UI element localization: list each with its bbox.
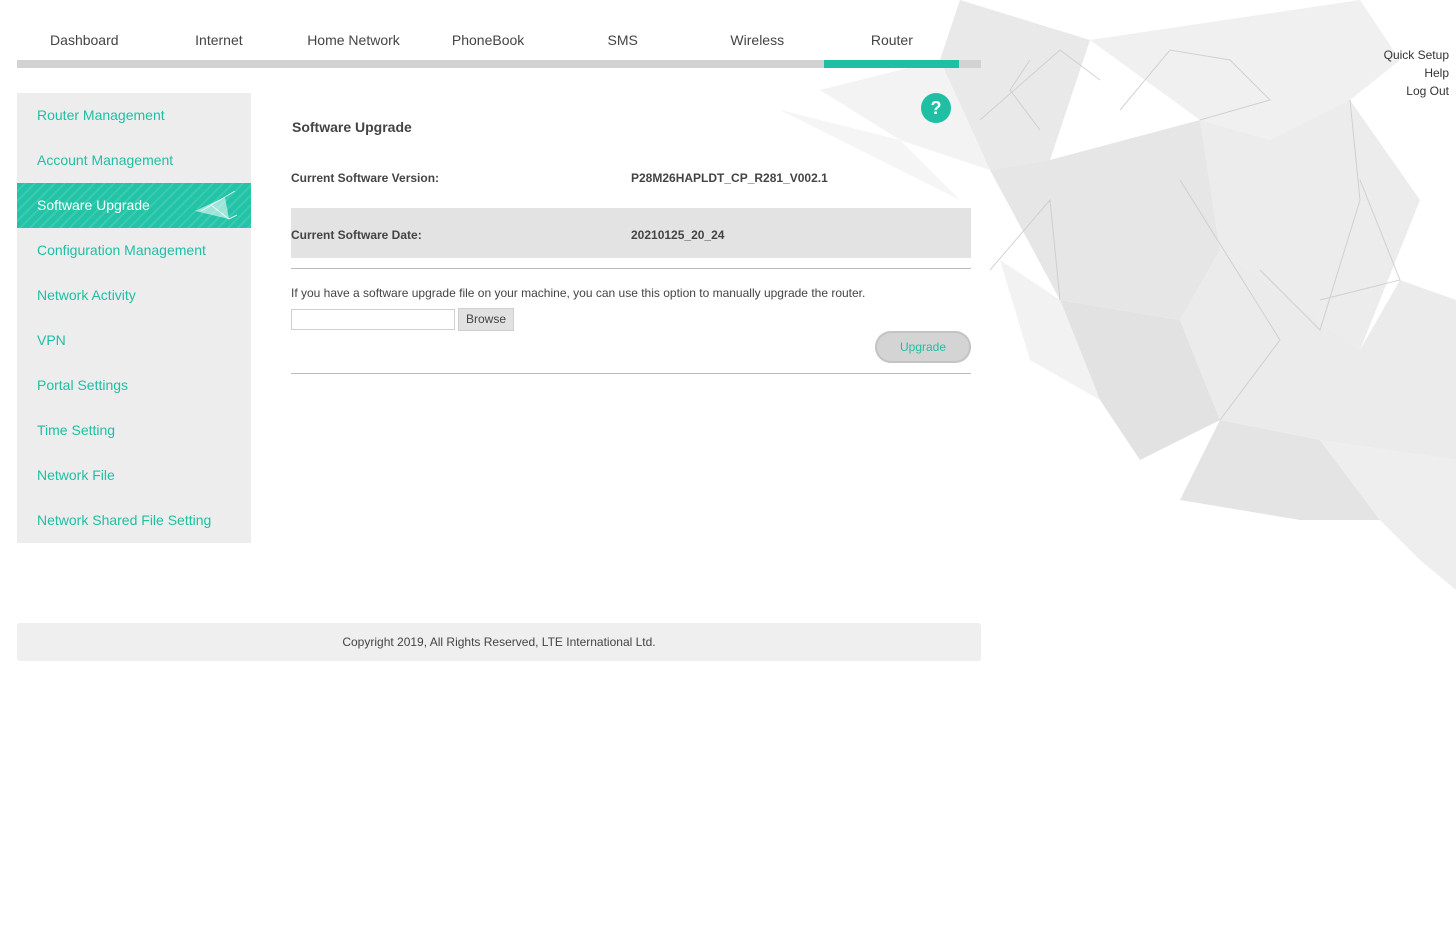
- software-date-value: 20210125_20_24: [631, 228, 725, 242]
- nav-tab-home-network[interactable]: Home Network: [286, 24, 421, 60]
- nav-tab-dashboard[interactable]: Dashboard: [17, 24, 152, 60]
- upgrade-description: If you have a software upgrade file on y…: [291, 286, 866, 300]
- sidebar-item-label: Software Upgrade: [37, 197, 150, 213]
- sidebar-item-time-setting[interactable]: Time Setting: [17, 408, 251, 453]
- active-item-decoration-icon: [195, 191, 238, 220]
- copyright-text: Copyright 2019, All Rights Reserved, LTE…: [342, 635, 656, 649]
- browse-button[interactable]: Browse: [458, 307, 514, 331]
- nav-tab-sms[interactable]: SMS: [555, 24, 690, 60]
- logout-link[interactable]: Log Out: [1384, 82, 1449, 100]
- software-date-row: Current Software Date: 20210125_20_24: [291, 208, 971, 258]
- sidebar-item-vpn[interactable]: VPN: [17, 318, 251, 363]
- bottom-divider: [291, 373, 971, 374]
- upgrade-file-input[interactable]: [291, 308, 455, 330]
- sidebar-item-portal-settings[interactable]: Portal Settings: [17, 363, 251, 408]
- nav-underline-bar: [17, 60, 981, 68]
- top-links: Quick Setup Help Log Out: [1384, 46, 1449, 100]
- sidebar-item-configuration-management[interactable]: Configuration Management: [17, 228, 251, 273]
- nav-active-indicator: [824, 60, 959, 68]
- software-date-label: Current Software Date:: [291, 228, 422, 242]
- file-select-row: Browse: [291, 307, 971, 331]
- software-version-label: Current Software Version:: [291, 171, 440, 185]
- upgrade-button[interactable]: Upgrade: [875, 331, 971, 363]
- sidebar-item-software-upgrade[interactable]: Software Upgrade: [17, 183, 251, 228]
- sidebar-item-router-management[interactable]: Router Management: [17, 93, 251, 138]
- sidebar-item-account-management[interactable]: Account Management: [17, 138, 251, 183]
- nav-tab-internet[interactable]: Internet: [152, 24, 287, 60]
- nav-tab-wireless[interactable]: Wireless: [690, 24, 825, 60]
- help-link[interactable]: Help: [1384, 64, 1449, 82]
- sidebar: Router Management Account Management Sof…: [17, 93, 251, 543]
- footer: Copyright 2019, All Rights Reserved, LTE…: [17, 623, 981, 661]
- main-content: Software Upgrade Current Software Versio…: [291, 110, 971, 374]
- sidebar-item-network-activity[interactable]: Network Activity: [17, 273, 251, 318]
- software-version-value: P28M26HAPLDT_CP_R281_V002.1: [631, 171, 828, 185]
- software-version-row: Current Software Version: P28M26HAPLDT_C…: [291, 158, 971, 208]
- nav-tab-phonebook[interactable]: PhoneBook: [421, 24, 556, 60]
- sidebar-item-network-shared-file-setting[interactable]: Network Shared File Setting: [17, 498, 251, 543]
- sidebar-item-network-file[interactable]: Network File: [17, 453, 251, 498]
- quick-setup-link[interactable]: Quick Setup: [1384, 46, 1449, 64]
- section-divider: [291, 268, 971, 269]
- nav-tab-router[interactable]: Router: [825, 24, 960, 60]
- upgrade-action-row: Upgrade: [291, 331, 971, 373]
- page-title: Software Upgrade: [292, 119, 412, 135]
- top-navigation: Dashboard Internet Home Network PhoneBoo…: [17, 24, 981, 68]
